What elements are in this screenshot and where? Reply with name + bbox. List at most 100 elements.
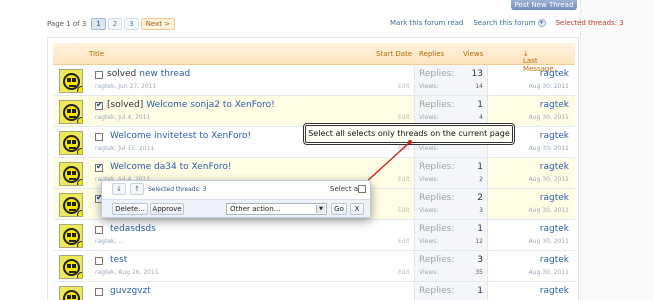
- views-label: Views:: [419, 114, 439, 121]
- thread-title-link[interactable]: guvzgvzt: [107, 286, 151, 296]
- search-forum-link[interactable]: Search this forum ▼: [473, 19, 546, 27]
- edit-link[interactable]: Edit: [398, 114, 410, 121]
- last-poster-link[interactable]: ragtek: [540, 162, 569, 172]
- last-post-date[interactable]: Aug 30, 2011: [529, 176, 569, 183]
- next-page-link[interactable]: Next >: [140, 18, 176, 30]
- thread-checkbox[interactable]: [95, 100, 103, 110]
- thread-title-link[interactable]: solved new thread: [107, 69, 190, 79]
- page-nav: Page 1 of 3 1 2 3 Next >: [47, 18, 176, 30]
- thread-stats: Replies: 13 Views: 14: [414, 65, 488, 95]
- views-label: Views:: [419, 269, 439, 276]
- edit-link[interactable]: Edit: [398, 207, 410, 214]
- thread-stats: Replies: 1 Views: 4: [414, 96, 488, 126]
- avatar[interactable]: [59, 162, 83, 186]
- last-poster-link[interactable]: ragtek: [540, 100, 569, 110]
- next-thread-button[interactable]: ↑: [130, 183, 144, 195]
- select-all-checkbox[interactable]: [358, 185, 366, 193]
- col-start-date[interactable]: Start Date: [376, 50, 412, 58]
- chevron-down-icon: ▼: [316, 205, 325, 213]
- thread-title-link[interactable]: Welcome invitetest to XenForo!: [107, 131, 251, 141]
- thread-title-link[interactable]: Welcome da34 to XenForo!: [107, 162, 231, 172]
- close-inline-mod-button[interactable]: X: [350, 203, 364, 215]
- thread-checkbox[interactable]: [95, 162, 103, 172]
- thread-stats: Replies: 1 Views: 12: [414, 220, 488, 250]
- mark-forum-read-link[interactable]: Mark this forum read: [390, 19, 463, 27]
- thread-author-date[interactable]: ragtek, Jul 4, 2011: [95, 114, 150, 121]
- thread-checkbox[interactable]: [95, 288, 103, 296]
- last-post-date[interactable]: Aug 30, 2011: [529, 83, 569, 90]
- thread-title-link[interactable]: tedasdsds: [107, 224, 156, 234]
- col-views[interactable]: Views: [463, 50, 483, 58]
- selected-threads-link[interactable]: Selected threads: 3: [556, 19, 624, 27]
- last-poster-link[interactable]: ragtek: [540, 286, 569, 296]
- last-post-date[interactable]: Aug 30, 2011: [529, 114, 569, 121]
- col-last-message[interactable]: Last Message ↓: [523, 50, 554, 73]
- last-post-date[interactable]: Aug 30, 2011: [529, 269, 569, 276]
- edit-link[interactable]: Edit: [398, 238, 410, 245]
- page-2-link[interactable]: 2: [107, 18, 123, 30]
- thread-title: guvzgvzt: [110, 286, 151, 296]
- last-post-date[interactable]: Aug 30, 2011: [529, 238, 569, 245]
- views-count: 14: [475, 83, 483, 90]
- avatar[interactable]: [59, 131, 83, 155]
- thread-list: Title Start Date Replies Views Last Mess…: [47, 37, 579, 300]
- approve-button[interactable]: Approve: [150, 203, 184, 215]
- avatar[interactable]: [59, 193, 83, 217]
- other-action-select[interactable]: Other action... ▼: [226, 203, 327, 215]
- avatar[interactable]: [59, 286, 83, 300]
- delete-button[interactable]: Delete...: [112, 203, 148, 215]
- table-row: [solved]Welcome sonja2 to XenForo! ragtek…: [53, 96, 575, 127]
- last-post-date[interactable]: Aug 30, 2011: [529, 145, 569, 152]
- thread-list-header: Title Start Date Replies Views Last Mess…: [53, 43, 575, 73]
- col-title[interactable]: Title: [89, 50, 104, 58]
- selected-count: Selected threads: 3: [148, 186, 207, 193]
- replies-count: 1: [477, 286, 483, 296]
- thread-stats: Replies:1Views:3: [414, 282, 488, 300]
- thread-title: Welcome sonja2 to XenForo!: [146, 100, 275, 110]
- thread-title: test: [110, 255, 128, 265]
- page-1-link[interactable]: 1: [91, 18, 106, 30]
- page-3-link[interactable]: 3: [124, 18, 139, 30]
- avatar[interactable]: [59, 224, 83, 248]
- thread-author-date[interactable]: ragtek, Jul 15, 2011: [95, 145, 154, 152]
- views-label: Views:: [419, 83, 439, 90]
- post-new-thread-button[interactable]: Post New Thread: [511, 0, 577, 10]
- edit-link[interactable]: Edit: [398, 269, 410, 276]
- last-poster-link[interactable]: ragtek: [540, 69, 569, 79]
- views-label: Views:: [419, 207, 439, 214]
- thread-checkbox[interactable]: [95, 71, 103, 79]
- views-count: 12: [475, 238, 483, 245]
- views-label: Views:: [419, 145, 439, 152]
- thread-author-date[interactable]: ragtek, Jun 27, 2011: [95, 83, 156, 90]
- last-poster-link[interactable]: ragtek: [540, 193, 569, 203]
- last-poster-link[interactable]: ragtek: [540, 255, 569, 265]
- thread-title-link[interactable]: [solved] Welcome sonja2 to XenForo!: [107, 100, 275, 110]
- avatar[interactable]: [59, 69, 83, 93]
- edit-link[interactable]: Edit: [398, 176, 410, 183]
- go-button[interactable]: Go: [331, 203, 347, 215]
- thread-checkbox[interactable]: [95, 133, 103, 141]
- avatar[interactable]: [59, 100, 83, 124]
- page-right-edge: [580, 0, 654, 300]
- last-post-date[interactable]: Aug 30, 2011: [529, 207, 569, 214]
- last-poster-link[interactable]: ragtek: [540, 131, 569, 141]
- views-label: Views:: [419, 176, 439, 183]
- replies-count: 1: [477, 224, 483, 234]
- thread-author-date[interactable]: ragtek, ...: [95, 238, 124, 245]
- chevron-down-icon[interactable]: ▼: [537, 19, 546, 27]
- replies-count: 1: [477, 162, 483, 172]
- avatar[interactable]: [59, 255, 83, 279]
- thread-checkbox[interactable]: [95, 226, 103, 234]
- thread-checkbox[interactable]: [95, 257, 103, 265]
- col-replies[interactable]: Replies: [419, 50, 444, 58]
- thread-stats: Replies: 2 Views: 3: [414, 189, 488, 219]
- replies-count: 1: [477, 100, 483, 110]
- thread-title-link[interactable]: test: [107, 255, 127, 265]
- edit-link[interactable]: Edit: [398, 83, 410, 90]
- thread-author-date[interactable]: ragtek, Aug 26, 2011: [95, 269, 159, 276]
- last-poster-link[interactable]: ragtek: [540, 224, 569, 234]
- previous-thread-button[interactable]: ↓: [112, 183, 126, 195]
- views-label: Views:: [419, 238, 439, 245]
- edit-link[interactable]: Edit: [398, 145, 410, 152]
- thread-title: Welcome da34 to XenForo!: [110, 162, 232, 172]
